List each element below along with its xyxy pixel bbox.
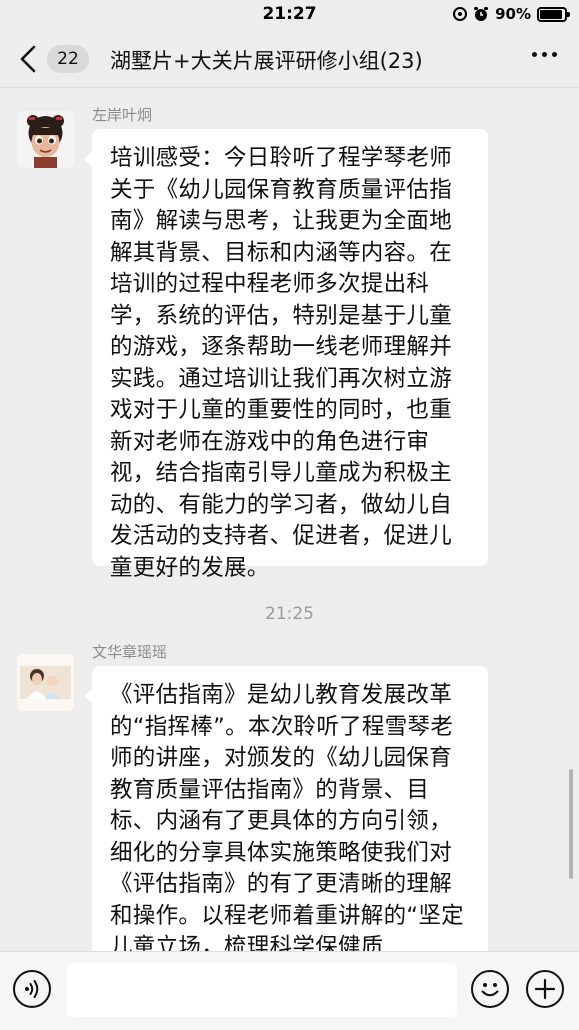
battery-percentage: 90% <box>495 5 531 23</box>
time-divider: 21:25 <box>265 604 314 624</box>
voice-button[interactable] <box>13 970 51 1008</box>
message-list[interactable]: 左岸叶炯 培训感受：今日聆听了程学琴老师关于《幼儿园保育教育质量评估指南》解读与… <box>0 89 579 951</box>
cartoon-girl-avatar[interactable] <box>17 111 74 168</box>
input-bar <box>0 951 579 1030</box>
mother-child-photo-avatar[interactable] <box>17 654 74 711</box>
back-button[interactable] <box>18 44 38 74</box>
chat-header: 22 湖墅片+大关片展评研修小组(23) <box>0 30 579 88</box>
voice-icon <box>25 980 39 998</box>
chat-title: 湖墅片+大关片展评研修小组(23) <box>110 49 423 73</box>
emoji-icon <box>481 983 499 997</box>
sender-name: 左岸叶炯 <box>92 106 153 124</box>
more-button[interactable] <box>532 52 557 57</box>
message-input[interactable] <box>67 963 457 1017</box>
orientation-lock-icon <box>453 7 468 21</box>
battery-level <box>540 9 562 19</box>
more-dots-icon <box>532 52 537 57</box>
status-bar: 21:27 90% <box>0 0 579 30</box>
battery-icon <box>537 6 570 22</box>
emoji-button[interactable] <box>471 970 509 1008</box>
message-bubble[interactable]: 《评估指南》是幼儿教育发展改革的“指挥棒”。本次聆听了程雪琴老师的讲座，对颁发的… <box>84 666 488 951</box>
scrollbar[interactable] <box>569 769 573 879</box>
chevron-left-icon <box>20 45 36 73</box>
sender-name: 文华章瑶瑶 <box>92 643 168 661</box>
unread-count-badge[interactable]: 22 <box>47 45 89 73</box>
status-icons: 90% <box>453 5 570 23</box>
message-bubble[interactable]: 培训感受：今日聆听了程学琴老师关于《幼儿园保育教育质量评估指南》解读与思考，让我… <box>84 129 488 581</box>
alarm-icon <box>473 6 489 22</box>
plus-icon <box>534 978 556 1000</box>
plus-button[interactable] <box>526 970 564 1008</box>
